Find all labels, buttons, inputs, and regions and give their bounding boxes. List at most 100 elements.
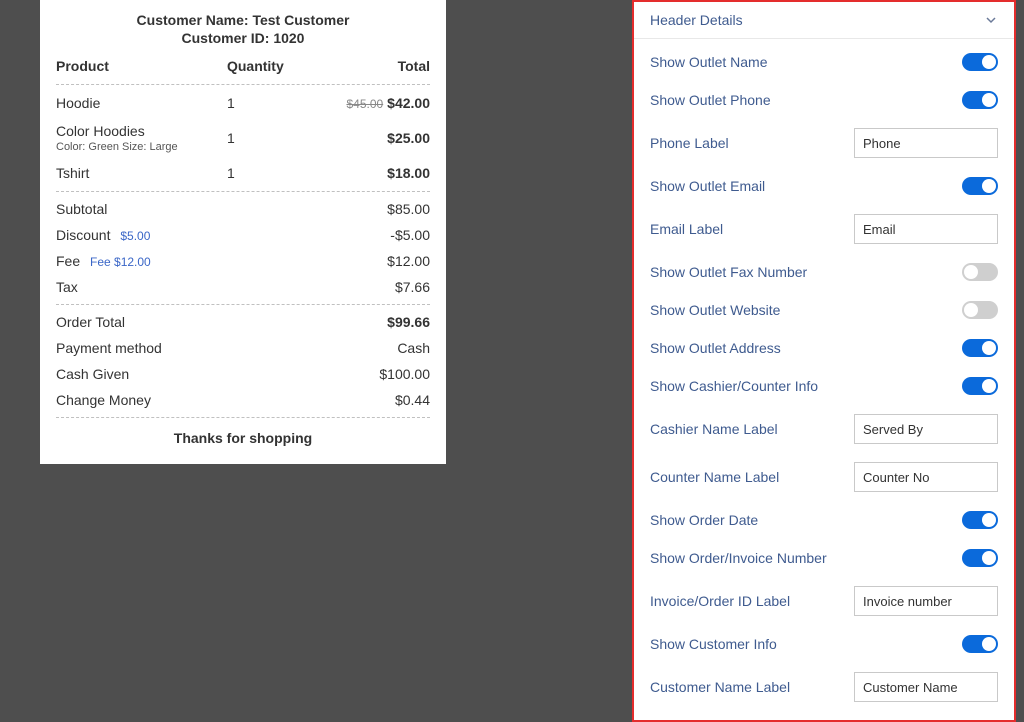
setting-show-customer: Show Customer Info	[634, 625, 1014, 663]
setting-show-website: Show Outlet Website	[634, 291, 1014, 329]
setting-label: Show Outlet Phone	[650, 92, 771, 108]
toggle-show-outlet-phone[interactable]	[962, 91, 998, 109]
setting-label: Show Order Date	[650, 512, 758, 528]
setting-label: Phone Label	[650, 135, 729, 151]
setting-phone-label: Phone Label	[634, 119, 1014, 167]
payment-method-value: Cash	[397, 340, 430, 356]
divider	[56, 304, 430, 305]
setting-show-address: Show Outlet Address	[634, 329, 1014, 367]
toggle-show-fax[interactable]	[962, 263, 998, 281]
item-name: Color Hoodies	[56, 123, 227, 139]
customer-name-prefix: Customer Name:	[137, 12, 253, 28]
table-row: Tshirt 1 $18.00	[56, 159, 430, 187]
setting-label: Counter Name Label	[650, 469, 779, 485]
setting-show-outlet-name: Show Outlet Name	[634, 43, 1014, 81]
setting-label: Show Order/Invoice Number	[650, 550, 827, 566]
setting-label: Show Outlet Website	[650, 302, 780, 318]
setting-counter-id-label: Counter ID Label	[634, 711, 1014, 722]
toggle-show-order-number[interactable]	[962, 549, 998, 567]
tax-value: $7.66	[395, 279, 430, 295]
cash-given-row: Cash Given $100.00	[56, 361, 430, 387]
change-value: $0.44	[395, 392, 430, 408]
setting-label: Invoice/Order ID Label	[650, 593, 790, 609]
setting-label: Show Outlet Email	[650, 178, 765, 194]
setting-email-label: Email Label	[634, 205, 1014, 253]
subtotal-label: Subtotal	[56, 201, 387, 217]
setting-label: Cashier Name Label	[650, 421, 778, 437]
setting-label: Email Label	[650, 221, 723, 237]
phone-label-input[interactable]	[854, 128, 998, 158]
item-qty: 1	[227, 130, 323, 146]
toggle-show-website[interactable]	[962, 301, 998, 319]
setting-show-outlet-phone: Show Outlet Phone	[634, 81, 1014, 119]
order-total-label: Order Total	[56, 314, 387, 330]
col-total: Total	[323, 58, 430, 74]
item-total: $25.00	[387, 130, 430, 146]
change-row: Change Money $0.44	[56, 387, 430, 413]
item-qty: 1	[227, 95, 323, 111]
change-label: Change Money	[56, 392, 395, 408]
item-total: $18.00	[387, 165, 430, 181]
order-total-value: $99.66	[387, 314, 430, 330]
discount-row: Discount $5.00 -$5.00	[56, 222, 430, 248]
setting-label: Show Outlet Address	[650, 340, 781, 356]
panel-title: Header Details	[650, 12, 743, 28]
setting-cashier-label: Cashier Name Label	[634, 405, 1014, 453]
setting-label: Show Outlet Name	[650, 54, 768, 70]
cashier-label-input[interactable]	[854, 414, 998, 444]
col-quantity: Quantity	[227, 58, 323, 74]
customer-name-line: Customer Name: Test Customer	[56, 12, 430, 28]
item-name: Hoodie	[56, 95, 227, 111]
fee-label: Fee	[56, 253, 80, 269]
col-product: Product	[56, 58, 227, 74]
receipt-preview: Customer Name: Test Customer Customer ID…	[40, 0, 446, 464]
discount-label: Discount	[56, 227, 110, 243]
setting-show-outlet-email: Show Outlet Email	[634, 167, 1014, 205]
chevron-down-icon	[984, 13, 998, 27]
order-total-row: Order Total $99.66	[56, 309, 430, 335]
discount-value: -$5.00	[390, 227, 430, 243]
toggle-show-customer[interactable]	[962, 635, 998, 653]
toggle-show-outlet-name[interactable]	[962, 53, 998, 71]
counter-label-input[interactable]	[854, 462, 998, 492]
customer-id-line: Customer ID: 1020	[56, 30, 430, 46]
fee-row: Fee Fee $12.00 $12.00	[56, 248, 430, 274]
item-total: $42.00	[387, 95, 430, 111]
divider	[56, 84, 430, 85]
cash-given-label: Cash Given	[56, 366, 379, 382]
toggle-show-cashier[interactable]	[962, 377, 998, 395]
table-row: Color Hoodies Color: Green Size: Large 1…	[56, 117, 430, 159]
setting-customer-name-label: Customer Name Label	[634, 663, 1014, 711]
toggle-show-address[interactable]	[962, 339, 998, 357]
customer-name-label-input[interactable]	[854, 672, 998, 702]
divider	[56, 417, 430, 418]
item-name: Tshirt	[56, 165, 227, 181]
fee-value: $12.00	[387, 253, 430, 269]
customer-id-prefix: Customer ID:	[182, 30, 274, 46]
subtotal-row: Subtotal $85.00	[56, 196, 430, 222]
setting-show-order-date: Show Order Date	[634, 501, 1014, 539]
header-details-panel: Header Details Show Outlet Name Show Out…	[632, 0, 1016, 722]
email-label-input[interactable]	[854, 214, 998, 244]
setting-label: Customer Name Label	[650, 679, 790, 695]
tax-row: Tax $7.66	[56, 274, 430, 300]
thanks-message: Thanks for shopping	[56, 430, 430, 446]
discount-detail: $5.00	[120, 229, 150, 243]
tax-label: Tax	[56, 279, 395, 295]
customer-name-value: Test Customer	[252, 12, 349, 28]
panel-header[interactable]: Header Details	[634, 2, 1014, 39]
fee-detail: Fee $12.00	[90, 255, 151, 269]
receipt-table-header: Product Quantity Total	[56, 58, 430, 80]
setting-label: Show Outlet Fax Number	[650, 264, 807, 280]
setting-invoice-id-label: Invoice/Order ID Label	[634, 577, 1014, 625]
setting-show-cashier: Show Cashier/Counter Info	[634, 367, 1014, 405]
toggle-show-order-date[interactable]	[962, 511, 998, 529]
setting-show-fax: Show Outlet Fax Number	[634, 253, 1014, 291]
invoice-id-label-input[interactable]	[854, 586, 998, 616]
toggle-show-outlet-email[interactable]	[962, 177, 998, 195]
table-row: Hoodie 1 $45.00 $42.00	[56, 89, 430, 117]
cash-given-value: $100.00	[379, 366, 430, 382]
subtotal-value: $85.00	[387, 201, 430, 217]
item-qty: 1	[227, 165, 323, 181]
payment-method-label: Payment method	[56, 340, 397, 356]
